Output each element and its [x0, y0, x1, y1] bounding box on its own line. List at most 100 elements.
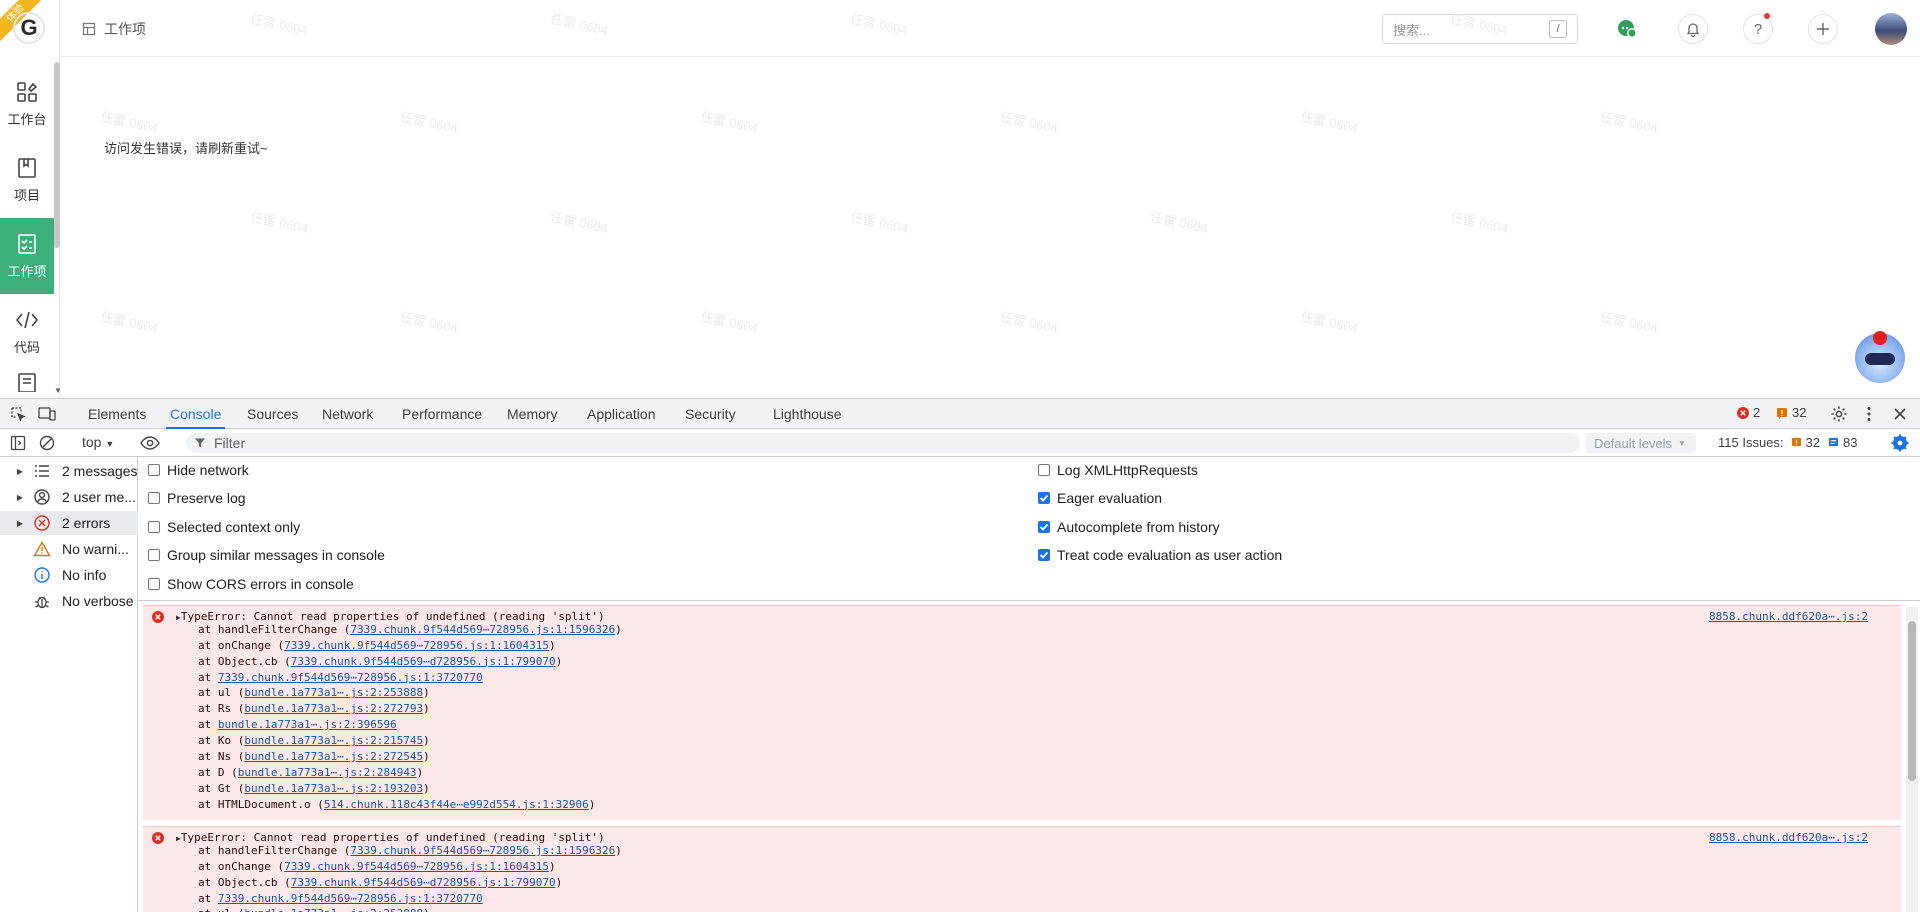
- stack-frame-link[interactable]: bundle.1a773a1⋯.js:2:193203: [244, 782, 423, 795]
- stack-frame-link[interactable]: 7339.chunk.9f544d569⋯728956.js:1:1596326: [350, 623, 615, 636]
- sidebar-item-verbose[interactable]: No verbose: [0, 589, 138, 613]
- help-icon[interactable]: ?: [1743, 13, 1773, 44]
- clear-console-icon[interactable]: [39, 435, 55, 451]
- avatar[interactable]: [1875, 13, 1907, 45]
- stack-frame-link[interactable]: bundle.1a773a1⋯.js:2:396596: [218, 718, 397, 731]
- stack-frame-link[interactable]: bundle.1a773a1⋯.js:2:253888: [244, 907, 423, 912]
- expand-arrow-icon[interactable]: ▶: [14, 493, 26, 502]
- stack-frame-link[interactable]: bundle.1a773a1⋯.js:2:253888: [244, 686, 423, 699]
- checkbox-checked[interactable]: [1038, 521, 1050, 533]
- add-icon[interactable]: [1808, 14, 1838, 44]
- stack-frame-link[interactable]: 7339.chunk.9f544d569⋯728956.js:1:3720770: [218, 892, 483, 905]
- stack-frame-link[interactable]: 7339.chunk.9f544d569⋯d728956.js:1:799070: [291, 876, 556, 889]
- stack-frame-link[interactable]: bundle.1a773a1⋯.js:2:215745: [244, 734, 423, 747]
- console-error-entry[interactable]: ▶TypeError: Cannot read properties of un…: [143, 605, 1901, 820]
- tab-performance[interactable]: Performance: [402, 399, 482, 429]
- checkbox[interactable]: [148, 549, 160, 561]
- setting-log-xhr[interactable]: Log XMLHttpRequests: [1038, 462, 1198, 478]
- sidebar-item-project[interactable]: 项目: [0, 142, 54, 218]
- setting-treat-user-action[interactable]: Treat code evaluation as user action: [1038, 547, 1282, 563]
- console-scrollbar[interactable]: [1906, 607, 1918, 912]
- source-link[interactable]: 8858.chunk.ddf620a⋯.js:2: [1709, 830, 1868, 846]
- checkbox-checked[interactable]: [1038, 492, 1050, 504]
- setting-hide-network[interactable]: Hide network: [148, 462, 249, 478]
- checkbox[interactable]: [1038, 464, 1050, 476]
- sidebar-toggle-icon[interactable]: [10, 435, 26, 451]
- chevron-down-icon: ▼: [1678, 438, 1686, 448]
- setting-preserve-log[interactable]: Preserve log: [148, 490, 246, 506]
- scrollbar-thumb[interactable]: [1908, 621, 1916, 781]
- tab-memory[interactable]: Memory: [507, 399, 558, 429]
- setting-eager-eval[interactable]: Eager evaluation: [1038, 490, 1162, 506]
- stack-frame-link[interactable]: bundle.1a773a1⋯.js:2:272545: [244, 750, 423, 763]
- assistant-robot-icon[interactable]: [1855, 331, 1905, 383]
- sidebar-item-docs[interactable]: [16, 372, 38, 397]
- tab-console[interactable]: Console: [165, 399, 226, 429]
- sidebar-item-messages[interactable]: ▶ 2 messages: [0, 459, 138, 483]
- eye-icon[interactable]: [140, 435, 160, 451]
- sidebar-item-workbench[interactable]: 工作台: [0, 66, 54, 142]
- app-window: 体验 G 工作台 项目 工作项 代码 ▼ 工作项 搜索... / ? 任雷 06…: [0, 0, 1920, 912]
- stack-frame-link[interactable]: 514.chunk.118c43f44e⋯e992d554.js:1:32906: [324, 798, 589, 811]
- warning-counter[interactable]: 32: [1776, 405, 1806, 420]
- checkbox[interactable]: [148, 464, 160, 476]
- watermark: 任雷 0604: [1598, 109, 1660, 136]
- context-selector[interactable]: top ▼: [82, 434, 114, 450]
- setting-group-similar[interactable]: Group similar messages in console: [148, 547, 385, 563]
- search-input[interactable]: 搜索... /: [1382, 14, 1578, 44]
- error-count: 2: [1753, 405, 1761, 420]
- stack-frame-link[interactable]: 7339.chunk.9f544d569⋯728956.js:1:3720770: [218, 671, 483, 684]
- checkbox[interactable]: [148, 578, 160, 590]
- gear-icon[interactable]: [1830, 405, 1848, 423]
- sidebar-scrollbar[interactable]: [54, 62, 60, 248]
- setting-show-cors[interactable]: Show CORS errors in console: [148, 576, 354, 592]
- book-icon: [18, 157, 36, 178]
- tab-network[interactable]: Network: [322, 399, 373, 429]
- tab-elements[interactable]: Elements: [88, 399, 146, 429]
- sidebar-item-workitem[interactable]: 工作项: [0, 218, 54, 294]
- expand-arrow-icon[interactable]: ▶: [14, 519, 26, 528]
- app-logo[interactable]: G: [13, 12, 45, 44]
- inspect-element-icon[interactable]: [10, 406, 26, 422]
- device-toolbar-icon[interactable]: [38, 406, 56, 422]
- stack-frame-link[interactable]: bundle.1a773a1⋯.js:2:284943: [238, 766, 417, 779]
- stack-frame: at handleFilterChange (7339.chunk.9f544d…: [198, 843, 622, 857]
- stack-frame-link[interactable]: 7339.chunk.9f544d569⋯728956.js:1:1604315: [284, 639, 549, 652]
- sidebar-item-code[interactable]: 代码: [0, 294, 54, 370]
- checkbox-checked[interactable]: [1038, 549, 1050, 561]
- error-counter[interactable]: 2: [1737, 405, 1760, 420]
- expand-arrow-icon[interactable]: ▶: [14, 467, 26, 476]
- stack-frame-link[interactable]: 7339.chunk.9f544d569⋯728956.js:1:1604315: [284, 860, 549, 873]
- scroll-down-icon[interactable]: ▼: [54, 386, 62, 395]
- setting-autocomplete[interactable]: Autocomplete from history: [1038, 519, 1220, 535]
- sidebar-item-warnings[interactable]: No warni...: [0, 537, 138, 561]
- tab-lighthouse[interactable]: Lighthouse: [773, 399, 842, 429]
- close-icon[interactable]: [1893, 407, 1907, 421]
- setting-selected-context[interactable]: Selected context only: [148, 519, 300, 535]
- stack-frame-link[interactable]: 7339.chunk.9f544d569⋯728956.js:1:1596326: [350, 844, 615, 857]
- checkbox[interactable]: [148, 492, 160, 504]
- console-error-entry[interactable]: ▶TypeError: Cannot read properties of un…: [143, 826, 1901, 912]
- sidebar-item-errors[interactable]: ▶ 2 errors: [0, 511, 138, 535]
- more-vertical-icon[interactable]: [1866, 406, 1872, 422]
- error-message[interactable]: ▶TypeError: Cannot read properties of un…: [143, 827, 1901, 844]
- stack-frame: at handleFilterChange (7339.chunk.9f544d…: [198, 622, 622, 636]
- tab-sources[interactable]: Sources: [247, 399, 298, 429]
- checkbox[interactable]: [148, 521, 160, 533]
- stack-frame-link[interactable]: 7339.chunk.9f544d569⋯d728956.js:1:799070: [291, 655, 556, 668]
- filter-placeholder: Filter: [214, 435, 246, 451]
- chat-icon[interactable]: [1612, 14, 1642, 44]
- error-message[interactable]: ▶TypeError: Cannot read properties of un…: [143, 606, 1901, 623]
- log-levels-dropdown[interactable]: Default levels ▼: [1586, 433, 1696, 453]
- bell-icon[interactable]: [1678, 14, 1708, 44]
- filter-input[interactable]: Filter: [186, 433, 1580, 453]
- issues-counter[interactable]: 115 Issues: 32 83: [1718, 435, 1857, 450]
- setting-label: Eager evaluation: [1057, 490, 1163, 506]
- sidebar-item-user-messages[interactable]: ▶ 2 user me...: [0, 485, 138, 509]
- stack-frame-link[interactable]: bundle.1a773a1⋯.js:2:272793: [244, 702, 423, 715]
- console-settings-gear-icon[interactable]: [1891, 434, 1909, 452]
- tab-application[interactable]: Application: [587, 399, 656, 429]
- sidebar-item-info[interactable]: No info: [0, 563, 138, 587]
- tab-security[interactable]: Security: [685, 399, 736, 429]
- source-link[interactable]: 8858.chunk.ddf620a⋯.js:2: [1709, 609, 1868, 625]
